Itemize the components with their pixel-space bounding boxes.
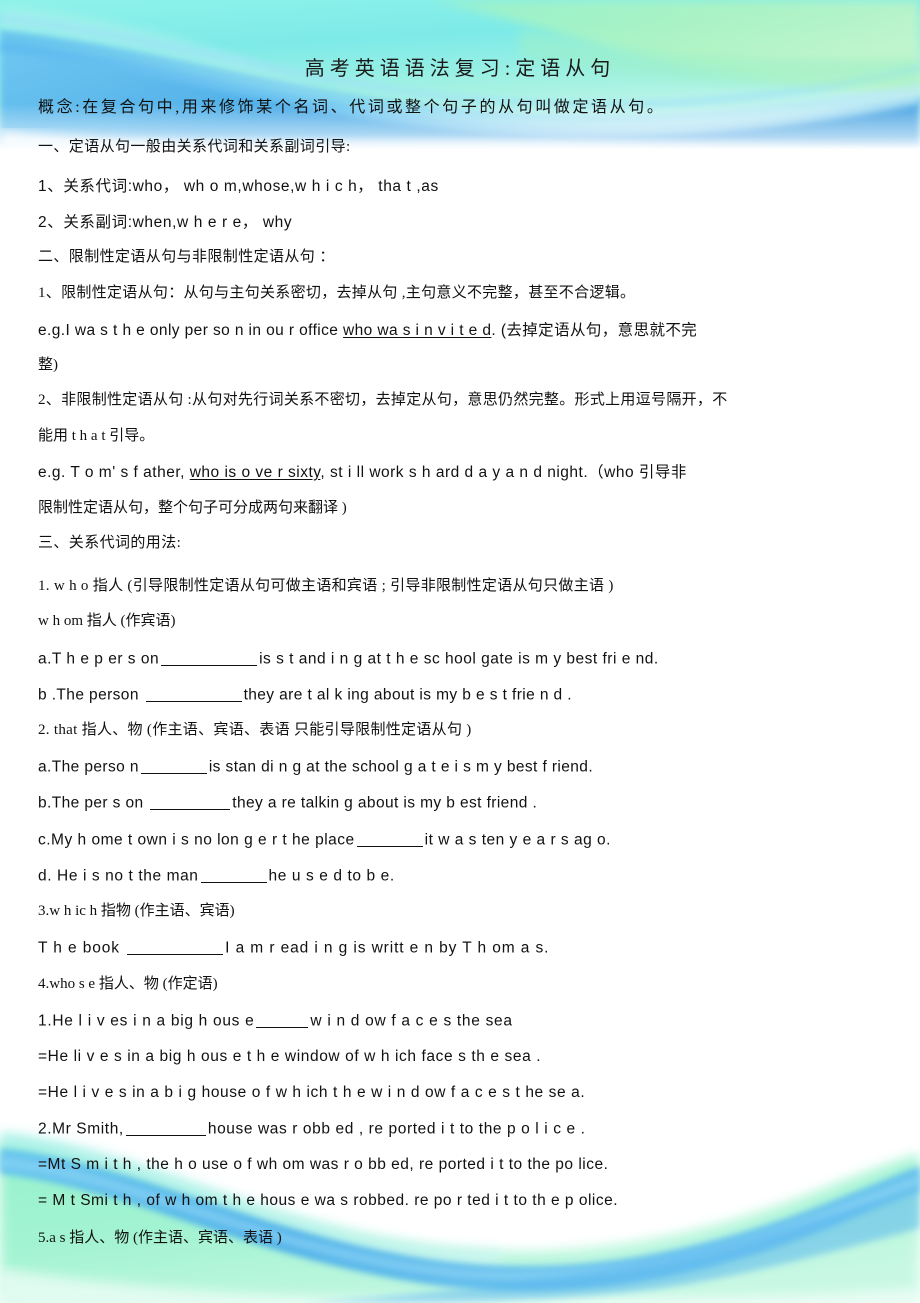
that-exercise-a-pre: a.The perso n [38,758,139,776]
example-2-continuation: 限制性定语从句，整个句子可分成两句来翻译 ) [38,500,347,516]
whose-equivalent-4: = M t Smi t h , of w h om t h e hous e w… [38,1192,619,1209]
restrictive-definition: 1、限制性定语从句：从句与主句关系密切，去掉从句 ,主句意义不完整，甚至不合逻辑… [38,285,636,301]
example-2-part-b: , st i ll work s h ard d a y a n d night… [320,464,687,481]
section-3-heading: 三、关系代词的用法: [38,535,182,551]
as-usage: 5.a s 指人、物 (作主语、宾语、表语 ) [38,1230,282,1246]
concept-line: 概念:在复合句中,用来修饰某个名词、代词或整个句子的从句叫做定语从句。 [38,99,666,116]
example-1-underlined: who wa s i n v i t e d [343,322,492,339]
who-exercise-a-post: is s t and i n g at t h e sc hool gate i… [259,650,659,668]
answer-blank[interactable] [150,794,231,810]
that-exercise-b: b.The per s on they a re talkin g about … [38,794,908,812]
section-2-heading: 二、限制性定语从句与非限制性定语从句 ： [38,249,335,265]
that-exercise-d-pre: d. He i s no t the man [38,867,199,885]
that-exercise-a-post: is stan di n g at the school g a t e i s… [208,758,594,776]
answer-blank[interactable] [140,758,207,774]
that-exercise-d: d. He i s no t the man he u s e d to b e. [38,867,908,885]
who-exercise-b: b .The person they are t al k ing about … [38,686,908,704]
that-exercise-b-pre: b.The per s on [38,794,149,812]
answer-blank[interactable] [145,686,242,702]
document-page: 高考英语语法复习:定语从句 概念:在复合句中,用来修饰某个名词、代词或整个句子的… [0,0,920,1303]
answer-blank[interactable] [127,939,224,955]
which-exercise-post: I a m r ead i n g is writt e n by T h om… [225,939,550,957]
who-exercise-b-post: they are t al k ing about is my b e s t … [243,686,572,704]
example-1-part-a: e.g.I wa s t h e only per so n in ou r o… [38,322,344,339]
whose-equivalent-2: =He l i v e s in a b i g house o f w h i… [38,1084,586,1101]
example-2-part-a: e.g. T o m' s f ather, [38,464,190,481]
that-usage: 2. that 指人、物 (作主语、宾语、表语 只能引导限制性定语从句 ) [38,722,472,738]
footer-decoration [0,1118,920,1303]
who-exercise-a: a.T h e p er s on is s t and i n g at t h… [38,650,908,668]
that-exercise-c: c.My h ome t own i s no lon g e r t he p… [38,831,908,849]
example-1: e.g.I wa s t h e only per so n in ou r o… [38,322,908,339]
who-usage: 1. w h o 指人 (引导限制性定语从句可做主语和宾语 ; 引导非限制性定语… [38,578,614,594]
answer-blank[interactable] [161,650,258,666]
who-exercise-b-pre: b .The person [38,686,144,704]
relative-pronouns-line: 1、关系代词:who， wh o m,whose,w h i c h， tha … [38,178,439,195]
non-restrictive-definition-cont: 能用 t h a t 引导。 [38,428,155,444]
relative-adverbs-line: 2、关系副词:when,w h e r e， why [38,214,293,231]
whose-exercise-2-pre: 2.Mr Smith, [38,1120,124,1138]
that-exercise-a: a.The perso n is stan di n g at the schoo… [38,758,908,776]
that-exercise-b-post: they a re talkin g about is my b est fri… [232,794,538,812]
that-exercise-c-pre: c.My h ome t own i s no lon g e r t he p… [38,831,355,849]
whose-exercise-1-pre: 1.He l i v es i n a big h ous e [38,1012,255,1030]
which-exercise-pre: T h e book [38,939,126,957]
whose-equivalent-1: =He li v e s in a big h ous e t h e wind… [38,1048,542,1065]
that-exercise-d-post: he u s e d to b e. [268,867,395,885]
section-1-heading: 一、定语从句一般由关系代词和关系副词引导: [38,139,351,155]
whose-exercise-1: 1.He l i v es i n a big h ous e w i n d o… [38,1012,908,1030]
whose-equivalent-3: =Mt S m i t h , the h o use o f wh om wa… [38,1156,609,1173]
which-usage: 3.w h ic h 指物 (作主语、宾语) [38,903,235,919]
whose-usage: 4.who s e 指人、物 (作定语) [38,976,218,992]
that-exercise-c-post: it w a s ten y e a r s ag o. [424,831,611,849]
which-exercise: T h e book I a m r ead i n g is writt e … [38,939,908,957]
answer-blank[interactable] [256,1012,309,1028]
who-exercise-a-pre: a.T h e p er s on [38,650,160,668]
example-1-continuation: 整) [38,357,58,373]
whose-exercise-1-post: w i n d ow f a c e s the sea [310,1012,513,1030]
non-restrictive-definition: 2、非限制性定语从句 :从句对先行词关系不密切，去掉定从句，意思仍然完整。形式上… [38,392,728,408]
example-2: e.g. T o m' s f ather, who is o ve r six… [38,464,908,481]
answer-blank[interactable] [125,1120,206,1136]
whom-usage: w h om 指人 (作宾语) [38,613,176,629]
example-2-underlined: who is o ve r sixty [189,464,321,481]
whose-exercise-2-post: house was r obb ed , re ported i t to th… [207,1120,586,1138]
example-1-part-b: . (去掉定语从句，意思就不完 [491,322,698,339]
answer-blank[interactable] [200,867,267,883]
answer-blank[interactable] [356,831,423,847]
page-title: 高考英语语法复习:定语从句 [304,58,616,80]
whose-exercise-2: 2.Mr Smith, house was r obb ed , re porte… [38,1120,908,1138]
